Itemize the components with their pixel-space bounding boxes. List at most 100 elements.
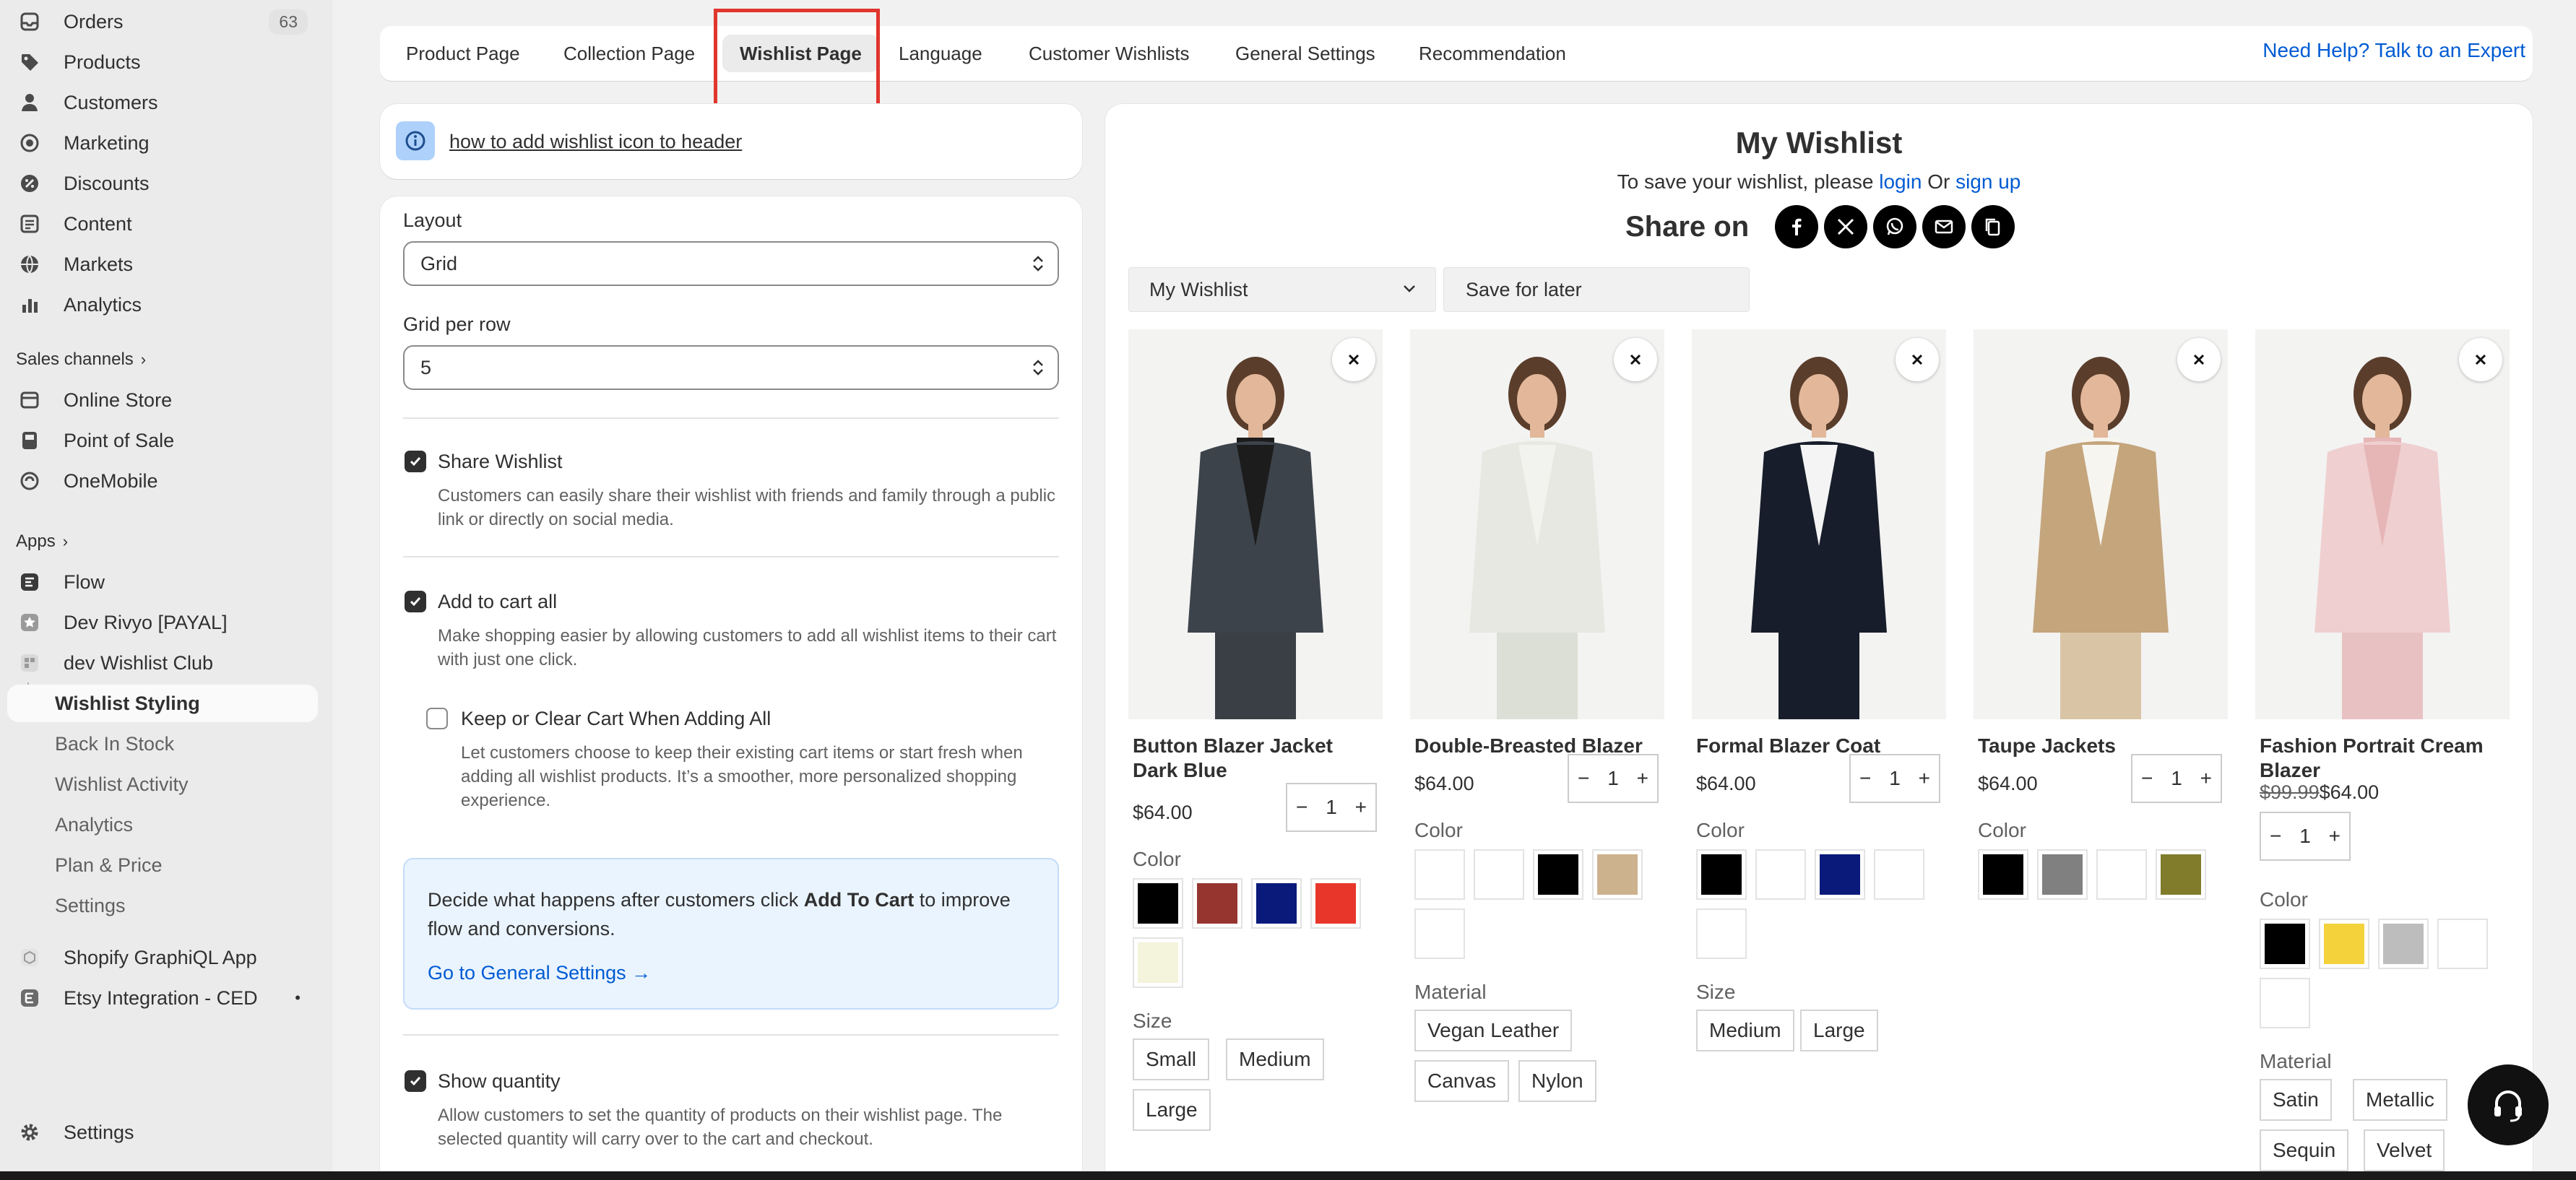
quantity-stepper[interactable]: −1 + <box>2260 812 2351 861</box>
color-swatch[interactable] <box>1414 849 1465 900</box>
sidebar-item-discounts[interactable]: Discounts <box>7 165 318 202</box>
sales-channels-header[interactable]: Sales channels › <box>16 350 146 370</box>
remove-item-button[interactable] <box>1614 338 1657 381</box>
color-swatch[interactable] <box>1696 849 1747 900</box>
color-swatch[interactable] <box>2156 849 2206 900</box>
color-swatch[interactable] <box>2096 849 2147 900</box>
size-chip[interactable]: Medium <box>1226 1038 1324 1080</box>
sidebar-item-etsy-integration[interactable]: Etsy Integration - CED • <box>7 979 318 1017</box>
sidebar-item-onemobile[interactable]: OneMobile <box>7 462 318 500</box>
sidebar-item-shopify-graphiql[interactable]: Shopify GraphiQL App <box>7 939 318 976</box>
add-to-cart-all-checkbox[interactable] <box>405 591 426 612</box>
sidebar-subitem-back-in-stock[interactable]: Back In Stock <box>7 725 318 763</box>
plus-icon[interactable]: + <box>1355 796 1367 819</box>
tab-recommendation[interactable]: Recommendation <box>1401 35 1583 72</box>
sidebar-subitem-settings[interactable]: Settings <box>7 887 318 924</box>
signup-link[interactable]: sign up <box>1955 170 2020 193</box>
header-icon-help-link[interactable]: how to add wishlist icon to header <box>449 131 742 153</box>
sidebar-item-marketing[interactable]: Marketing <box>7 124 318 162</box>
minus-icon[interactable]: − <box>1859 767 1871 790</box>
product-image[interactable] <box>1692 329 1946 719</box>
sidebar-item-dev-wishlist-club[interactable]: dev Wishlist Club <box>7 644 318 682</box>
share-wishlist-checkbox[interactable] <box>405 451 426 472</box>
color-swatch[interactable] <box>2260 919 2310 969</box>
sidebar-item-online-store[interactable]: Online Store <box>7 381 318 419</box>
color-swatch[interactable] <box>1251 878 1302 929</box>
minus-icon[interactable]: − <box>2141 767 2153 790</box>
remove-item-button[interactable] <box>1332 338 1375 381</box>
sidebar-item-products[interactable]: Products <box>7 43 318 81</box>
help-expert-link[interactable]: Need Help? Talk to an Expert <box>2262 39 2525 62</box>
apps-header[interactable]: Apps › <box>16 532 68 552</box>
color-swatch[interactable] <box>2319 919 2369 969</box>
color-swatch[interactable] <box>1874 849 1924 900</box>
remove-item-button[interactable] <box>1896 338 1939 381</box>
size-chip[interactable]: Large <box>1800 1010 1878 1051</box>
color-swatch[interactable] <box>1533 849 1583 900</box>
material-chip[interactable]: Sequin <box>2260 1129 2349 1171</box>
color-swatch[interactable] <box>1310 878 1361 929</box>
grid-per-row-select[interactable]: 5 <box>403 345 1059 390</box>
quantity-stepper[interactable]: −1 + <box>2131 754 2222 803</box>
sidebar-item-analytics[interactable]: Analytics <box>7 286 318 324</box>
login-link[interactable]: login <box>1879 170 1922 193</box>
color-swatch[interactable] <box>2378 919 2429 969</box>
product-name[interactable]: Button Blazer Jacket Dark Blue <box>1133 734 1378 783</box>
color-swatch[interactable] <box>1414 908 1465 959</box>
size-chip[interactable]: Large <box>1133 1089 1211 1131</box>
sidebar-item-dev-rivyo[interactable]: Dev Rivyo [PAYAL] <box>7 604 318 641</box>
sidebar-subitem-plan-price[interactable]: Plan & Price <box>7 846 318 884</box>
sidebar-item-settings[interactable]: Settings <box>7 1114 318 1151</box>
facebook-icon[interactable] <box>1775 205 1819 248</box>
product-image[interactable] <box>1128 329 1383 719</box>
show-quantity-checkbox[interactable] <box>405 1070 426 1092</box>
sidebar-item-flow[interactable]: Flow <box>7 563 318 601</box>
plus-icon[interactable]: + <box>2200 767 2212 790</box>
quantity-stepper[interactable]: −1 + <box>1286 783 1377 832</box>
plus-icon[interactable]: + <box>1919 767 1930 790</box>
tab-general-settings[interactable]: General Settings <box>1218 35 1393 72</box>
whatsapp-icon[interactable] <box>1873 205 1917 248</box>
product-image[interactable] <box>2255 329 2510 719</box>
sidebar-subitem-analytics[interactable]: Analytics <box>7 806 318 843</box>
product-name[interactable]: Fashion Portrait Cream Blazer <box>2260 734 2505 783</box>
remove-item-button[interactable] <box>2459 338 2502 381</box>
tab-collection-page[interactable]: Collection Page <box>546 35 712 72</box>
color-swatch[interactable] <box>2260 978 2310 1028</box>
color-swatch[interactable] <box>1592 849 1643 900</box>
keep-clear-cart-checkbox[interactable] <box>426 708 448 729</box>
support-chat-button[interactable] <box>2468 1064 2549 1145</box>
sidebar-item-customers[interactable]: Customers <box>7 84 318 121</box>
material-chip[interactable]: Velvet <box>2364 1129 2445 1171</box>
color-swatch[interactable] <box>1696 908 1747 959</box>
color-swatch[interactable] <box>1815 849 1865 900</box>
material-chip[interactable]: Nylon <box>1518 1060 1596 1102</box>
sidebar-item-content[interactable]: Content <box>7 205 318 243</box>
plus-icon[interactable]: + <box>1637 767 1648 790</box>
wishlist-select[interactable]: My Wishlist <box>1128 267 1436 312</box>
remove-item-button[interactable] <box>2177 338 2221 381</box>
tab-language[interactable]: Language <box>881 35 1000 72</box>
general-settings-link[interactable]: Go to General Settings → <box>428 962 651 984</box>
color-swatch[interactable] <box>1133 937 1183 988</box>
material-chip[interactable]: Canvas <box>1414 1060 1509 1102</box>
color-swatch[interactable] <box>1978 849 2028 900</box>
color-swatch[interactable] <box>1192 878 1242 929</box>
email-icon[interactable] <box>1922 205 1966 248</box>
color-swatch[interactable] <box>1474 849 1524 900</box>
x-icon[interactable] <box>1824 205 1868 248</box>
plus-icon[interactable]: + <box>2329 825 2341 848</box>
minus-icon[interactable]: − <box>2270 825 2281 848</box>
quantity-stepper[interactable]: −1 + <box>1568 754 1659 803</box>
product-image[interactable] <box>1410 329 1664 719</box>
sidebar-subitem-wishlist-styling[interactable]: Wishlist Styling <box>7 685 318 722</box>
sidebar-item-orders[interactable]: Orders 63 <box>7 3 318 40</box>
size-chip[interactable]: Small <box>1133 1038 1210 1080</box>
color-swatch[interactable] <box>1755 849 1806 900</box>
sidebar-item-markets[interactable]: Markets <box>7 246 318 283</box>
minus-icon[interactable]: − <box>1578 767 1589 790</box>
save-for-later-tab[interactable]: Save for later <box>1443 267 1750 312</box>
quantity-stepper[interactable]: −1 + <box>1849 754 1940 803</box>
copy-icon[interactable] <box>1971 205 2015 248</box>
sidebar-subitem-wishlist-activity[interactable]: Wishlist Activity <box>7 765 318 803</box>
